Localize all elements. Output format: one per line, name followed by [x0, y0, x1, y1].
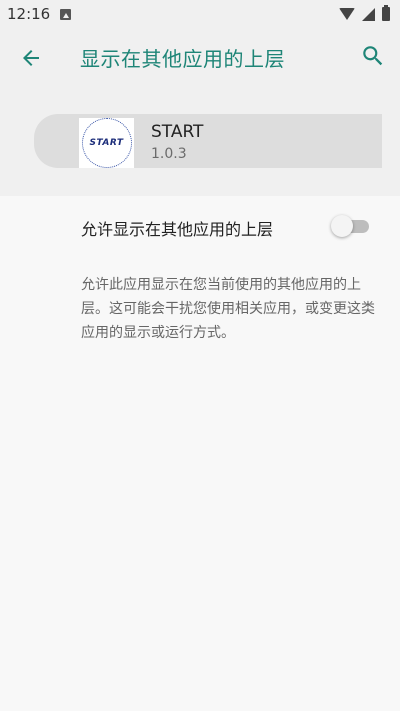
signal-icon — [362, 7, 375, 21]
toggle-thumb — [331, 215, 353, 237]
permission-content: 允许显示在其他应用的上层 允许此应用显示在您当前使用的其他应用的上层。这可能会干… — [0, 196, 400, 711]
permission-toggle[interactable] — [331, 215, 371, 237]
permission-description: 允许此应用显示在您当前使用的其他应用的上层。这可能会干扰您使用相关应用，或变更这… — [81, 277, 375, 341]
app-name: START — [151, 122, 204, 142]
status-time: 12:16 — [7, 5, 51, 23]
status-bar: 12:16 — [0, 0, 400, 28]
wifi-icon — [339, 8, 355, 20]
notification-icon — [60, 8, 72, 20]
app-icon-text: START — [89, 138, 124, 148]
search-icon — [363, 46, 383, 66]
battery-icon — [382, 5, 390, 21]
toolbar: 显示在其他应用的上层 — [0, 28, 400, 86]
back-button[interactable] — [18, 45, 44, 71]
app-version: 1.0.3 — [151, 146, 187, 162]
page-title: 显示在其他应用的上层 — [80, 47, 285, 71]
search-button[interactable] — [360, 43, 386, 69]
permission-label: 允许显示在其他应用的上层 — [81, 220, 274, 239]
arrow-back-icon — [23, 50, 39, 66]
app-icon: START — [79, 118, 134, 168]
